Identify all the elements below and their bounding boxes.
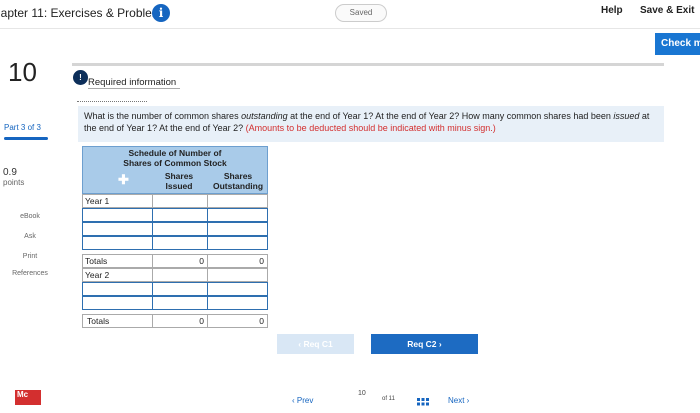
year-2-label: Year 2 — [85, 270, 110, 280]
prev-button[interactable]: ‹ Prev — [292, 396, 313, 405]
totals-label: Totals — [87, 316, 110, 326]
references-link[interactable]: References — [4, 270, 56, 277]
table-cell — [207, 268, 268, 282]
page-total: of 11 — [382, 396, 395, 402]
current-page: 10 — [358, 390, 366, 397]
totals-label: Totals — [85, 256, 108, 266]
table-cell — [152, 268, 208, 282]
description-input[interactable] — [82, 296, 153, 310]
assignment-title: hapter 11: Exercises & Problems — [0, 6, 168, 20]
shares-outstanding-input[interactable] — [207, 296, 268, 310]
shares-issued-input[interactable] — [152, 208, 208, 222]
mcgraw-hill-logo: Mc — [15, 390, 41, 405]
saved-status-badge: Saved — [335, 4, 387, 22]
points-label: points — [3, 178, 25, 187]
totals-issued-value: 0 — [199, 256, 204, 266]
description-input[interactable] — [82, 208, 153, 222]
points-value: 0.9 — [3, 167, 17, 178]
question-note: (Amounts to be deducted should be indica… — [245, 122, 496, 133]
totals-issued-value: 0 — [199, 316, 204, 326]
ebook-link[interactable]: eBook — [4, 213, 56, 220]
required-info-icon: ! — [73, 70, 88, 85]
req-c1-button[interactable]: ‹ Req C1 — [277, 334, 354, 354]
column-header-shares-outstanding: Shares Outstanding — [212, 171, 264, 191]
print-link[interactable]: Print — [4, 253, 56, 260]
year-1-label: Year 1 — [85, 196, 110, 206]
dotted-separator — [77, 101, 147, 103]
column-header-shares-issued: Shares Issued — [164, 171, 194, 191]
grid-icon[interactable] — [417, 395, 429, 406]
next-button[interactable]: Next › — [448, 396, 469, 405]
shares-issued-input[interactable] — [152, 282, 208, 296]
table-title: Schedule of Number of Shares of Common St… — [123, 148, 227, 168]
totals-outstanding-value: 0 — [259, 316, 264, 326]
divider — [72, 63, 664, 66]
info-icon[interactable]: i — [152, 4, 170, 22]
part-indicator: Part 3 of 3 — [4, 123, 41, 132]
question-number: 10 — [8, 57, 37, 87]
description-input[interactable] — [82, 282, 153, 296]
description-input[interactable] — [82, 222, 153, 236]
description-input[interactable] — [82, 236, 153, 250]
part-progress-bar — [4, 137, 48, 140]
check-my-work-button[interactable]: Check m — [655, 33, 700, 55]
shares-outstanding-input[interactable] — [207, 282, 268, 296]
table-cell — [152, 194, 208, 208]
shares-issued-input[interactable] — [152, 296, 208, 310]
plus-icon[interactable]: ✚ — [118, 172, 129, 188]
required-information-link[interactable]: Required information — [88, 77, 176, 88]
help-link[interactable]: Help — [601, 5, 623, 16]
shares-outstanding-input[interactable] — [207, 208, 268, 222]
table-cell — [207, 194, 268, 208]
save-exit-link[interactable]: Save & Exit — [640, 5, 694, 16]
shares-outstanding-input[interactable] — [207, 222, 268, 236]
totals-outstanding-value: 0 — [259, 256, 264, 266]
shares-issued-input[interactable] — [152, 236, 208, 250]
shares-issued-input[interactable] — [152, 222, 208, 236]
ask-link[interactable]: Ask — [4, 233, 56, 240]
shares-outstanding-input[interactable] — [207, 236, 268, 250]
req-c2-button[interactable]: Req C2 › — [371, 334, 478, 354]
question-text: What is the number of common shares outs… — [84, 111, 650, 133]
required-info-underline — [88, 88, 180, 89]
